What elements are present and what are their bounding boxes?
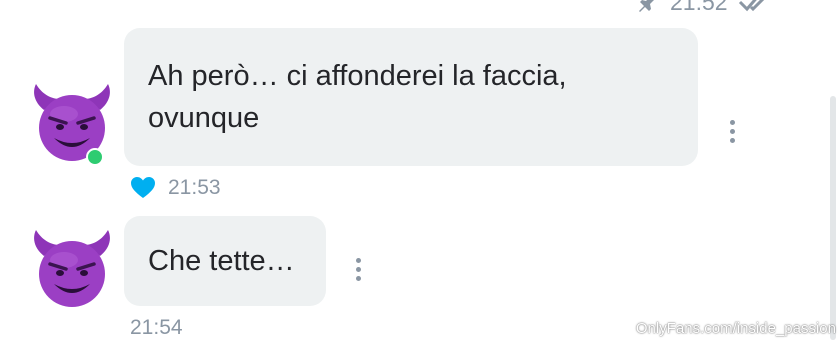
sender-avatar[interactable] [30,226,118,314]
pin-icon[interactable] [636,0,660,14]
more-vertical-icon-dot [355,275,361,281]
more-vertical-icon-dot [729,137,735,143]
message-options-button[interactable] [722,116,742,146]
more-vertical-icon-dot [355,257,361,263]
heart-icon[interactable] [130,176,156,200]
message-bubble[interactable]: Che tette… [124,216,326,306]
double-check-icon [738,0,772,13]
message-text: Che tette… [148,245,295,277]
chat-thread: 21:52 Ah però… ci affonderei la faccia, … [0,0,840,340]
message-bubble[interactable]: Ah però… ci affonderei la faccia, ovunqu… [124,28,698,166]
previous-message-meta: 21:52 [636,0,772,16]
message-options-button[interactable] [348,254,368,284]
more-vertical-icon-dot [729,119,735,125]
message-time: 21:53 [168,176,221,199]
sender-avatar[interactable] [30,80,118,168]
previous-message-time: 21:52 [670,0,728,15]
watermark: OnlyFans.com/inside_passion [635,320,836,337]
scrollbar[interactable] [830,96,836,340]
more-vertical-icon-dot [355,266,361,272]
message-meta: 21:54 [130,316,183,340]
message-text: Ah però… ci affonderei la faccia, ovunqu… [148,60,567,134]
online-status-indicator [86,148,104,166]
message-time: 21:54 [130,316,183,339]
smiling-devil-emoji-icon [34,230,110,307]
more-vertical-icon-dot [729,128,735,134]
message-meta: 21:53 [130,176,221,200]
